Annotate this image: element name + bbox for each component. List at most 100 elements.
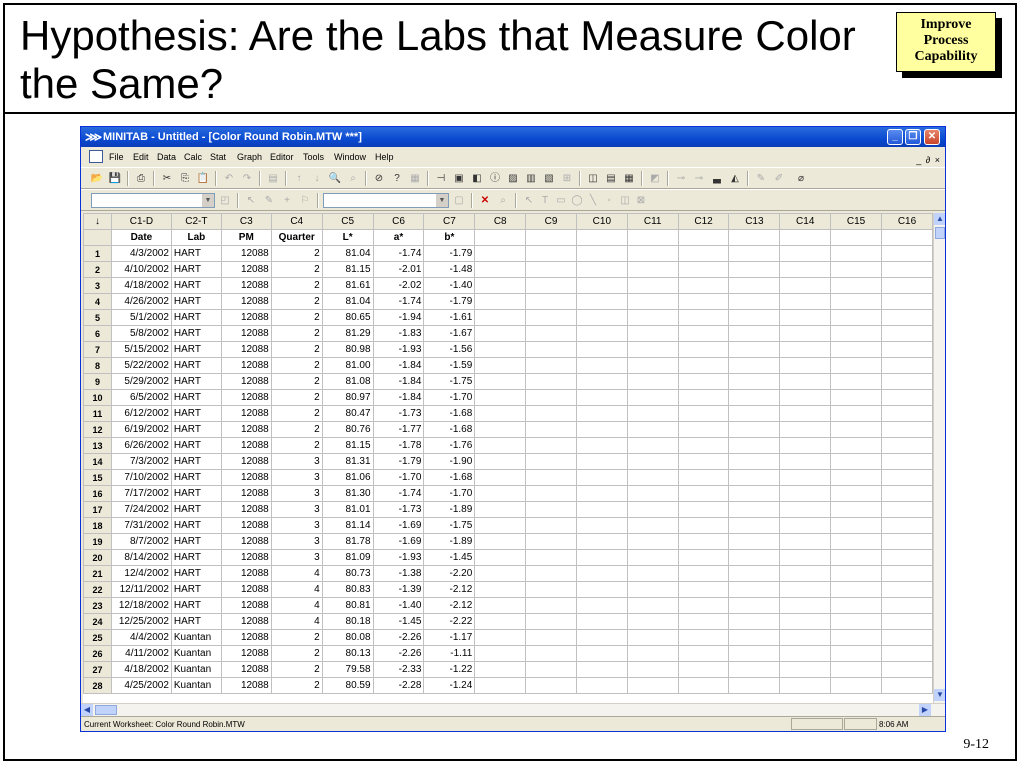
menu-file[interactable]: File <box>109 147 124 167</box>
data-cell[interactable]: 6/19/2002 <box>110 421 172 438</box>
column-header[interactable]: C4 <box>270 213 323 230</box>
chart-editor-icon[interactable]: ◭ <box>727 171 743 186</box>
row-number[interactable]: 10 <box>83 389 112 406</box>
column-name-cell[interactable] <box>677 229 730 246</box>
line-tool-icon[interactable]: ╲ <box>585 193 601 208</box>
empty-cell[interactable] <box>728 357 781 374</box>
empty-cell[interactable] <box>575 645 628 662</box>
row-number[interactable]: 11 <box>83 405 112 422</box>
row-number[interactable]: 24 <box>83 613 112 630</box>
empty-cell[interactable] <box>779 277 832 294</box>
empty-cell[interactable] <box>881 549 933 566</box>
empty-cell[interactable] <box>575 629 628 646</box>
empty-cell[interactable] <box>830 293 882 310</box>
project-manager-icon[interactable]: ⊞ <box>559 171 575 186</box>
data-cell[interactable]: 12088 <box>220 277 272 294</box>
data-cell[interactable]: 4 <box>270 581 323 598</box>
empty-cell[interactable] <box>881 629 933 646</box>
empty-cell[interactable] <box>728 677 781 694</box>
data-window-icon[interactable]: ▣ <box>451 171 467 186</box>
data-cell[interactable]: -1.24 <box>423 677 476 694</box>
data-cell[interactable]: -2.20 <box>423 565 476 582</box>
data-cell[interactable]: 3 <box>270 501 323 518</box>
empty-cell[interactable] <box>779 437 832 454</box>
empty-cell[interactable] <box>626 517 679 534</box>
empty-cell[interactable] <box>677 629 730 646</box>
data-cell[interactable]: 5/8/2002 <box>110 325 172 342</box>
empty-cell[interactable] <box>525 293 577 310</box>
empty-cell[interactable] <box>779 501 832 518</box>
data-cell[interactable]: -1.48 <box>423 261 476 278</box>
empty-cell[interactable] <box>474 549 527 566</box>
data-cell[interactable]: -2.33 <box>372 661 425 678</box>
empty-cell[interactable] <box>677 549 730 566</box>
data-cell[interactable]: 80.65 <box>321 309 374 326</box>
row-number[interactable]: 27 <box>83 661 112 678</box>
data-cell[interactable]: 4/11/2002 <box>110 645 172 662</box>
empty-cell[interactable] <box>575 341 628 358</box>
data-cell[interactable]: -1.17 <box>423 629 476 646</box>
empty-cell[interactable] <box>677 485 730 502</box>
data-cell[interactable]: -1.75 <box>423 373 476 390</box>
column-header[interactable]: C9 <box>525 213 577 230</box>
empty-cell[interactable] <box>474 405 527 422</box>
empty-cell[interactable] <box>575 501 628 518</box>
empty-cell[interactable] <box>474 309 527 326</box>
empty-cell[interactable] <box>728 261 781 278</box>
data-cell[interactable]: HART <box>170 501 222 518</box>
empty-cell[interactable] <box>881 405 933 422</box>
empty-cell[interactable] <box>881 485 933 502</box>
empty-cell[interactable] <box>779 453 832 470</box>
data-cell[interactable]: 3 <box>270 453 323 470</box>
data-cell[interactable]: -1.94 <box>372 309 425 326</box>
empty-cell[interactable] <box>626 437 679 454</box>
data-cell[interactable]: 2 <box>270 629 323 646</box>
corner-arrow[interactable]: ↓ <box>83 213 112 230</box>
column-name-cell[interactable] <box>830 229 882 246</box>
column-header[interactable]: C11 <box>626 213 679 230</box>
column-name-cell[interactable] <box>881 229 933 246</box>
empty-cell[interactable] <box>626 549 679 566</box>
empty-cell[interactable] <box>525 485 577 502</box>
empty-cell[interactable] <box>474 245 527 262</box>
data-cell[interactable]: -1.84 <box>372 373 425 390</box>
data-cell[interactable]: -1.74 <box>372 245 425 262</box>
empty-cell[interactable] <box>779 357 832 374</box>
data-cell[interactable]: -1.68 <box>423 405 476 422</box>
copy-icon[interactable]: ⎘ <box>177 171 193 186</box>
empty-cell[interactable] <box>830 373 882 390</box>
data-cell[interactable]: 12088 <box>220 357 272 374</box>
column-name-cell[interactable] <box>525 229 577 246</box>
data-cell[interactable]: HART <box>170 421 222 438</box>
column-name-cell[interactable]: a* <box>372 229 425 246</box>
data-cell[interactable]: 12088 <box>220 501 272 518</box>
data-cell[interactable]: HART <box>170 357 222 374</box>
empty-cell[interactable] <box>677 341 730 358</box>
data-cell[interactable]: 81.78 <box>321 533 374 550</box>
data-cell[interactable]: 81.15 <box>321 261 374 278</box>
data-cell[interactable]: -2.01 <box>372 261 425 278</box>
data-cell[interactable]: 2 <box>270 677 323 694</box>
empty-cell[interactable] <box>626 309 679 326</box>
edit-last-dialog-icon[interactable]: ▤ <box>265 171 281 186</box>
column-name-cell[interactable] <box>626 229 679 246</box>
data-cell[interactable]: 12088 <box>220 629 272 646</box>
data-cell[interactable]: HART <box>170 405 222 422</box>
data-cell[interactable]: -2.12 <box>423 597 476 614</box>
data-cell[interactable]: HART <box>170 517 222 534</box>
data-cell[interactable]: 80.73 <box>321 565 374 582</box>
row-number[interactable]: 5 <box>83 309 112 326</box>
empty-cell[interactable] <box>728 453 781 470</box>
graph-item-combo[interactable]: ▼ <box>323 193 449 208</box>
empty-cell[interactable] <box>626 389 679 406</box>
empty-cell[interactable] <box>626 277 679 294</box>
move-down-icon[interactable]: ↓ <box>309 171 325 186</box>
brush-select-icon[interactable]: ✎ <box>261 193 277 208</box>
insert-rows-icon[interactable]: ⊸ <box>691 171 707 186</box>
empty-cell[interactable] <box>626 421 679 438</box>
empty-cell[interactable] <box>525 533 577 550</box>
empty-cell[interactable] <box>830 517 882 534</box>
empty-cell[interactable] <box>728 341 781 358</box>
empty-cell[interactable] <box>575 565 628 582</box>
empty-cell[interactable] <box>525 597 577 614</box>
